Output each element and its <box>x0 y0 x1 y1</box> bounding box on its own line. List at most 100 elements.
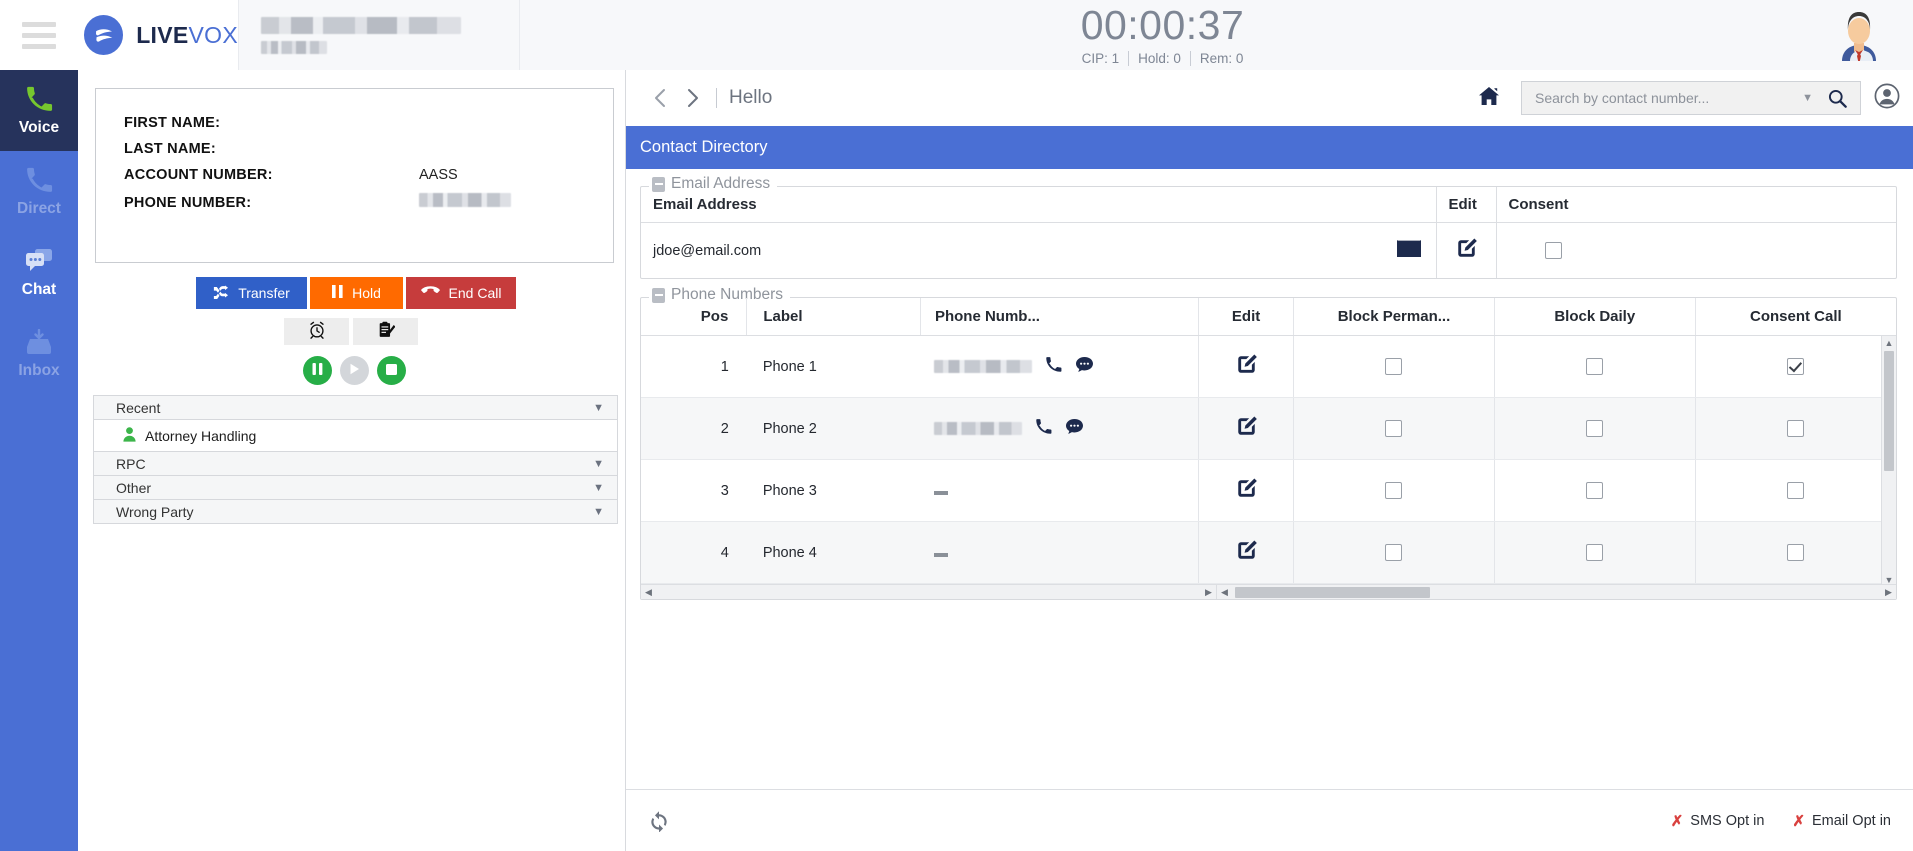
person-icon <box>123 426 136 445</box>
refresh-button[interactable] <box>648 810 670 832</box>
forward-button[interactable] <box>676 81 710 115</box>
block-permanent-cell <box>1293 397 1495 460</box>
email-optin[interactable]: ✗ Email Opt in <box>1792 812 1891 830</box>
pause-icon <box>332 285 343 301</box>
phone-pos-cell: 2 <box>641 397 747 460</box>
end-call-button[interactable]: End Call <box>406 277 516 309</box>
sidebar-item-label: Inbox <box>18 362 60 379</box>
stat-hold: Hold: 0 <box>1129 50 1191 66</box>
phone-icon <box>25 165 53 195</box>
phone-edit-cell <box>1198 335 1295 398</box>
email-edit-cell <box>1436 222 1497 278</box>
envelope-icon[interactable] <box>1396 239 1422 262</box>
refresh-icon <box>651 810 667 832</box>
phone-edit-cell <box>1198 521 1295 584</box>
scroll-up-arrow-icon[interactable]: ▲ <box>1882 336 1896 351</box>
directory-toolbar: Hello ▼ <box>626 70 1913 126</box>
vertical-scroll-thumb[interactable] <box>1884 351 1894 471</box>
scroll-left-arrow-icon[interactable]: ◀ <box>1217 587 1232 598</box>
sms-bubble-icon[interactable] <box>1065 418 1084 439</box>
email-address-value: jdoe@email.com <box>653 242 762 259</box>
search-input[interactable] <box>1535 90 1792 106</box>
phone-icon[interactable] <box>1035 418 1052 439</box>
phone-pos-cell: 4 <box>641 521 747 584</box>
block-daily-checkbox[interactable] <box>1586 420 1604 437</box>
block-permanent-checkbox[interactable] <box>1385 358 1403 375</box>
chevron-down-icon[interactable]: ▼ <box>1791 92 1824 104</box>
block-daily-checkbox[interactable] <box>1586 544 1604 561</box>
block-permanent-checkbox[interactable] <box>1385 544 1403 561</box>
table-row: 3 Phone 3 <box>641 459 1896 522</box>
info-label: LAST NAME: <box>124 141 216 157</box>
sidebar-item-direct[interactable]: Direct <box>0 151 78 232</box>
email-table: Email Address Edit Consent jdoe@email.co… <box>641 187 1896 278</box>
empty-value-dash <box>934 552 949 557</box>
info-label: ACCOUNT NUMBER: <box>124 167 273 183</box>
scroll-right-arrow-icon[interactable]: ▶ <box>1881 587 1896 598</box>
redacted-block <box>261 16 461 34</box>
transfer-button[interactable]: Transfer <box>196 277 307 309</box>
block-daily-checkbox[interactable] <box>1586 482 1604 499</box>
pencil-square-icon[interactable] <box>1235 540 1258 566</box>
block-daily-checkbox[interactable] <box>1586 358 1604 375</box>
accordion-header-other[interactable]: Other ▼ <box>93 475 618 500</box>
pause-recording-button[interactable] <box>303 356 332 385</box>
sms-optin[interactable]: ✗ SMS Opt in <box>1671 812 1765 830</box>
avatar[interactable] <box>1805 0 1913 70</box>
brand-logo[interactable]: LIVEVOX <box>78 15 238 55</box>
phone-table-vertical-scrollbar[interactable]: ▲ ▼ <box>1881 336 1896 588</box>
block-permanent-checkbox[interactable] <box>1385 420 1403 437</box>
pencil-square-icon[interactable] <box>1235 478 1258 504</box>
block-permanent-checkbox[interactable] <box>1385 482 1403 499</box>
schedule-callback-button[interactable] <box>284 318 349 345</box>
sidebar-item-inbox[interactable]: Inbox <box>0 313 78 394</box>
account-button[interactable] <box>1861 83 1913 114</box>
phone-icon[interactable] <box>1045 356 1062 377</box>
consent-call-cell <box>1695 335 1896 398</box>
scroll-right-arrow-icon[interactable]: ▶ <box>1201 587 1216 598</box>
collapse-toggle-icon[interactable] <box>652 176 665 192</box>
accordion-header-recent[interactable]: Recent ▼ <box>93 395 618 420</box>
home-button[interactable] <box>1469 78 1509 118</box>
pencil-square-icon[interactable] <box>1235 416 1258 442</box>
left-sidebar: Voice Direct Chat Inbox <box>0 70 78 851</box>
disposition-item-label[interactable]: Attorney Handling <box>145 428 256 444</box>
search-icon[interactable] <box>1824 89 1860 108</box>
block-daily-cell <box>1494 335 1696 398</box>
phone-table-hscroll-right[interactable]: ◀ ▶ <box>1216 584 1896 599</box>
hamburger-line <box>22 21 56 27</box>
sidebar-item-chat[interactable]: Chat <box>0 232 78 313</box>
accordion-header-wrong-party[interactable]: Wrong Party ▼ <box>93 499 618 524</box>
email-section-legend: Email Address <box>649 175 778 193</box>
consent-call-checkbox[interactable] <box>1787 358 1805 375</box>
chevron-down-icon: ▼ <box>593 457 604 470</box>
block-daily-cell <box>1494 521 1696 584</box>
accordion-header-rpc[interactable]: RPC ▼ <box>93 451 618 476</box>
phone-table-hscroll-left[interactable]: ◀ ▶ <box>641 584 1216 599</box>
redacted-phone-value <box>419 193 511 207</box>
horizontal-scroll-thumb[interactable] <box>1235 586 1430 598</box>
accordion-title: Other <box>116 479 152 496</box>
consent-call-checkbox[interactable] <box>1787 544 1805 561</box>
chevron-down-icon: ▼ <box>593 401 604 414</box>
email-consent-checkbox[interactable] <box>1544 242 1562 259</box>
call-timer-area: 00:00:37 CIP: 1 Hold: 0 Rem: 0 <box>520 0 1805 70</box>
consent-call-checkbox[interactable] <box>1787 420 1805 437</box>
notes-button[interactable] <box>353 318 418 345</box>
hamburger-line <box>22 43 56 49</box>
phone-col-number: Phone Numb... <box>920 298 1200 336</box>
hold-button[interactable]: Hold <box>310 277 403 309</box>
sms-bubble-icon[interactable] <box>1075 356 1094 377</box>
info-row-phone-number: PHONE NUMBER: <box>124 193 613 219</box>
back-button[interactable] <box>642 81 676 115</box>
play-recording-button[interactable] <box>340 356 369 385</box>
hamburger-menu-icon[interactable] <box>0 0 78 70</box>
email-cell: jdoe@email.com <box>641 222 1437 278</box>
scroll-left-arrow-icon[interactable]: ◀ <box>641 587 656 598</box>
phone-label-cell: Phone 2 <box>746 397 921 460</box>
sidebar-item-voice[interactable]: Voice <box>0 70 78 151</box>
pencil-square-icon[interactable] <box>1235 354 1258 380</box>
stop-recording-button[interactable] <box>377 356 406 385</box>
consent-call-checkbox[interactable] <box>1787 482 1805 499</box>
pencil-square-icon[interactable] <box>1455 238 1478 264</box>
